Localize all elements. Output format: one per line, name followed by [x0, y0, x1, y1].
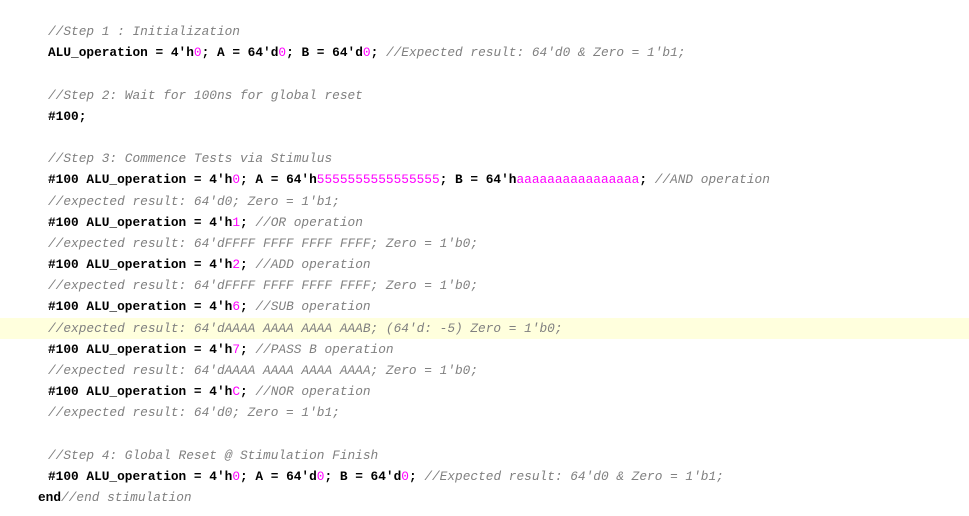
- code-line[interactable]: //expected result: 64'dFFFF FFFF FFFF FF…: [0, 275, 969, 296]
- code-comment: //expected result: 64'dFFFF FFFF FFFF FF…: [48, 235, 479, 251]
- code-line[interactable]: #100 ALU_operation = 4'h1; //OR operatio…: [0, 212, 969, 233]
- code-comment: //expected result: 64'd0; Zero = 1'b1;: [48, 405, 340, 421]
- code-line[interactable]: #100;: [0, 106, 969, 127]
- code-comment: //OR operation: [255, 214, 363, 230]
- code-line[interactable]: //expected result: 64'd0; Zero = 1'b1;: [0, 402, 969, 423]
- code-comment: //Expected result: 64'd0 & Zero = 1'b1;: [385, 45, 686, 61]
- code-token: #100 ALU_operation = 4'h: [48, 341, 233, 357]
- code-comment: //end stimulation: [61, 490, 192, 506]
- code-editor[interactable]: //Step 1 : Initialization ALU_operation =…: [0, 0, 969, 516]
- code-comment: //PASS B operation: [255, 341, 394, 357]
- code-number: C: [232, 384, 240, 400]
- code-number: 6: [232, 299, 240, 315]
- code-comment: //Step 3: Commence Tests via Stimulus: [48, 151, 333, 167]
- code-comment: //expected result: 64'dAAAA AAAA AAAA AA…: [48, 363, 479, 378]
- code-number: 2: [232, 257, 240, 273]
- code-token: ; B = 64'd: [324, 468, 402, 484]
- code-number: 0: [232, 172, 240, 188]
- code-number: 0: [401, 468, 409, 484]
- code-number: 0: [362, 45, 371, 61]
- code-comment: //SUB operation: [255, 299, 371, 315]
- code-line[interactable]: //Step 1 : Initialization: [0, 21, 969, 42]
- code-line[interactable]: end//end stimulation: [0, 487, 969, 508]
- code-number: 0: [278, 45, 287, 61]
- code-token: end: [38, 490, 62, 506]
- code-token: ; B = 64'd: [286, 45, 363, 61]
- code-number: 0: [193, 45, 202, 61]
- code-line-blank[interactable]: [0, 63, 969, 84]
- code-token: ;: [240, 341, 256, 357]
- code-line[interactable]: #100 ALU_operation = 4'h7; //PASS B oper…: [0, 339, 969, 360]
- code-token: ;: [240, 384, 256, 400]
- code-token: ;: [240, 214, 256, 230]
- code-token: ;: [408, 468, 425, 484]
- code-comment: //Step 1 : Initialization: [48, 24, 240, 39]
- code-line-blank[interactable]: [0, 127, 969, 148]
- code-token: ALU_operation = 4'h: [48, 45, 194, 61]
- code-line[interactable]: #100 ALU_operation = 4'h2; //ADD operati…: [0, 254, 969, 275]
- code-number: 7: [232, 341, 240, 357]
- code-line[interactable]: #100 ALU_operation = 4'h0; A = 64'h55555…: [0, 169, 969, 190]
- code-token: ; A = 64'h: [240, 172, 317, 188]
- code-number: 5555555555555555: [316, 172, 440, 188]
- code-token: #100 ALU_operation = 4'h: [48, 468, 233, 484]
- code-line[interactable]: ALU_operation = 4'h0; A = 64'd0; B = 64'…: [0, 42, 969, 63]
- code-number: aaaaaaaaaaaaaaaa: [516, 172, 640, 188]
- code-line[interactable]: #100 ALU_operation = 4'hC; //NOR operati…: [0, 381, 969, 402]
- code-number: 1: [232, 214, 240, 230]
- code-line[interactable]: //expected result: 64'd0; Zero = 1'b1;: [0, 191, 969, 212]
- code-token: #100 ALU_operation = 4'h: [48, 384, 233, 400]
- code-line-current[interactable]: //expected result: 64'dAAAA AAAA AAAA AA…: [0, 317, 969, 339]
- code-comment: //AND operation: [654, 172, 770, 188]
- code-number: 0: [232, 468, 240, 484]
- code-comment: //NOR operation: [255, 384, 371, 400]
- code-token: ; A = 64'd: [240, 468, 317, 484]
- code-comment: //Step 2: Wait for 100ns for global rese…: [48, 87, 363, 103]
- code-token: ;: [240, 299, 256, 315]
- code-comment: //expected result: 64'd0; Zero = 1'b1;: [48, 193, 340, 209]
- code-token: ; B = 64'h: [439, 172, 517, 188]
- code-token: ;: [240, 257, 256, 273]
- code-token: #100 ALU_operation = 4'h: [48, 257, 233, 273]
- code-token: #100 ALU_operation = 4'h: [48, 299, 233, 315]
- code-token: ;: [639, 172, 655, 188]
- code-line[interactable]: //expected result: 64'dAAAA AAAA AAAA AA…: [0, 360, 969, 381]
- code-comment: //expected result: 64'dAAAA AAAA AAAA AA…: [48, 320, 563, 336]
- code-line[interactable]: #100 ALU_operation = 4'h6; //SUB operati…: [0, 296, 969, 317]
- code-token: #100;: [48, 108, 87, 124]
- code-comment: //expected result: 64'dFFFF FFFF FFFF FF…: [48, 278, 479, 294]
- code-line[interactable]: //expected result: 64'dFFFF FFFF FFFF FF…: [0, 233, 969, 254]
- code-comment: //Step 4: Global Reset @ Stimulation Fin…: [48, 447, 379, 463]
- code-line[interactable]: #100 ALU_operation = 4'h0; A = 64'd0; B …: [0, 466, 969, 487]
- code-comment: //ADD operation: [255, 257, 371, 273]
- code-token: ;: [370, 45, 386, 61]
- code-line[interactable]: //Step 2: Wait for 100ns for global rese…: [0, 85, 969, 106]
- code-token: #100 ALU_operation = 4'h: [48, 172, 233, 188]
- code-token: #100 ALU_operation = 4'h: [48, 214, 233, 230]
- code-line[interactable]: //Step 4: Global Reset @ Stimulation Fin…: [0, 445, 969, 466]
- code-line-blank[interactable]: [0, 424, 969, 445]
- code-token: ; A = 64'd: [201, 45, 279, 61]
- code-line[interactable]: //Step 3: Commence Tests via Stimulus: [0, 148, 969, 169]
- code-comment: //Expected result: 64'd0 & Zero = 1'b1;: [424, 468, 724, 484]
